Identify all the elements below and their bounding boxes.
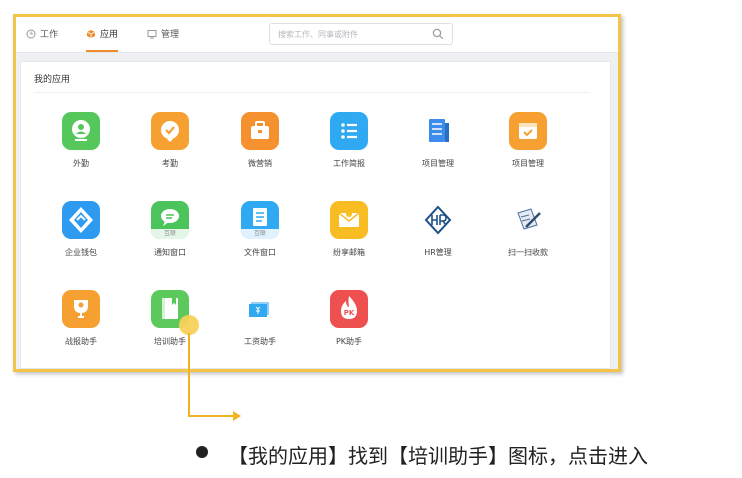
app-fxiaoke-mail[interactable]: 纷享邮箱 xyxy=(314,201,384,258)
chat-bubble-icon: 互联 xyxy=(151,201,189,239)
svg-text:PK: PK xyxy=(344,309,355,317)
arrow-right-icon xyxy=(233,411,241,421)
tab-apps[interactable]: 应用 xyxy=(86,17,119,52)
guide-line-horizontal xyxy=(188,415,234,417)
instruction-text: 【我的应用】找到【培训助手】图标，点击进入 xyxy=(228,444,648,468)
search-icon[interactable] xyxy=(432,28,444,40)
app-attendance[interactable]: 考勤 xyxy=(135,112,205,169)
list-icon xyxy=(330,112,368,150)
app-enterprise-wallet[interactable]: 企业钱包 xyxy=(46,201,116,258)
highlight-dot xyxy=(179,315,199,335)
app-label: 外勤 xyxy=(73,159,89,168)
app-window: 工作 应用 管理 搜索工作、同事或附件 我的应用 外勤 考勤 微营销 工作简报 … xyxy=(13,14,621,372)
app-notice-window[interactable]: 互联 通知窗口 xyxy=(135,201,205,258)
app-label: 扫一扫收款 xyxy=(508,248,548,257)
app-micro-marketing[interactable]: 微营销 xyxy=(225,112,295,169)
interconnect-tag: 互联 xyxy=(241,229,279,239)
field-work-icon xyxy=(62,112,100,150)
panel-title: 我的应用 xyxy=(34,75,71,85)
wallet-icon xyxy=(62,201,100,239)
app-project-management-2[interactable]: 项目管理 xyxy=(493,112,563,169)
app-label: 纷享邮箱 xyxy=(333,248,365,257)
app-pk-assistant[interactable]: PK PK助手 xyxy=(314,290,384,347)
app-label: 项目管理 xyxy=(512,159,544,168)
interconnect-tag: 互联 xyxy=(151,229,189,239)
calendar-check-icon xyxy=(509,112,547,150)
app-label: 通知窗口 xyxy=(154,248,186,257)
app-label: 培训助手 xyxy=(154,337,186,346)
top-navigation: 工作 应用 管理 搜索工作、同事或附件 xyxy=(16,17,618,53)
project-doc-icon xyxy=(419,112,457,150)
file-icon: 互联 xyxy=(241,201,279,239)
app-label: 战报助手 xyxy=(65,337,97,346)
app-label: 工作简报 xyxy=(333,159,365,168)
app-label: HR管理 xyxy=(424,248,452,257)
app-work-brief[interactable]: 工作简报 xyxy=(314,112,384,169)
monitor-icon xyxy=(147,29,157,38)
app-file-window[interactable]: 互联 文件窗口 xyxy=(225,201,295,258)
my-apps-panel: 我的应用 外勤 考勤 微营销 工作简报 项目管理 项目管理 企业钱包 互联 通知… xyxy=(20,61,611,369)
app-battle-report[interactable]: 战报助手 xyxy=(46,290,116,347)
app-scan-to-pay[interactable]: 扫一扫收款 xyxy=(493,201,563,258)
app-label: 微营销 xyxy=(248,159,272,168)
app-label: 项目管理 xyxy=(422,159,454,168)
trophy-icon xyxy=(62,290,100,328)
salary-slip-icon xyxy=(241,290,279,328)
panel-divider xyxy=(34,92,590,93)
flame-icon: PK xyxy=(330,290,368,328)
tab-manage[interactable]: 管理 xyxy=(147,17,179,50)
clock-icon xyxy=(26,29,36,38)
app-label: 文件窗口 xyxy=(244,248,276,257)
app-label: 企业钱包 xyxy=(65,248,97,257)
tab-work[interactable]: 工作 xyxy=(26,17,58,50)
scan-pen-icon xyxy=(509,201,547,239)
app-field-work[interactable]: 外勤 xyxy=(46,112,116,169)
search-input[interactable]: 搜索工作、同事或附件 xyxy=(269,23,453,45)
app-hr-management[interactable]: HR管理 xyxy=(403,201,473,258)
app-project-management-1[interactable]: 项目管理 xyxy=(403,112,473,169)
hr-logo-icon xyxy=(419,201,457,239)
bullet-icon xyxy=(196,446,208,458)
attendance-icon xyxy=(151,112,189,150)
tab-apps-label: 应用 xyxy=(100,30,119,40)
briefcase-icon xyxy=(241,112,279,150)
tab-manage-label: 管理 xyxy=(161,30,180,40)
mail-icon xyxy=(330,201,368,239)
cube-icon xyxy=(86,29,96,38)
app-label: 工资助手 xyxy=(244,337,276,346)
guide-line-vertical xyxy=(188,333,190,417)
tab-work-label: 工作 xyxy=(40,30,59,40)
app-salary-assistant[interactable]: 工资助手 xyxy=(225,290,295,347)
app-label: 考勤 xyxy=(162,159,178,168)
app-label: PK助手 xyxy=(335,337,363,346)
